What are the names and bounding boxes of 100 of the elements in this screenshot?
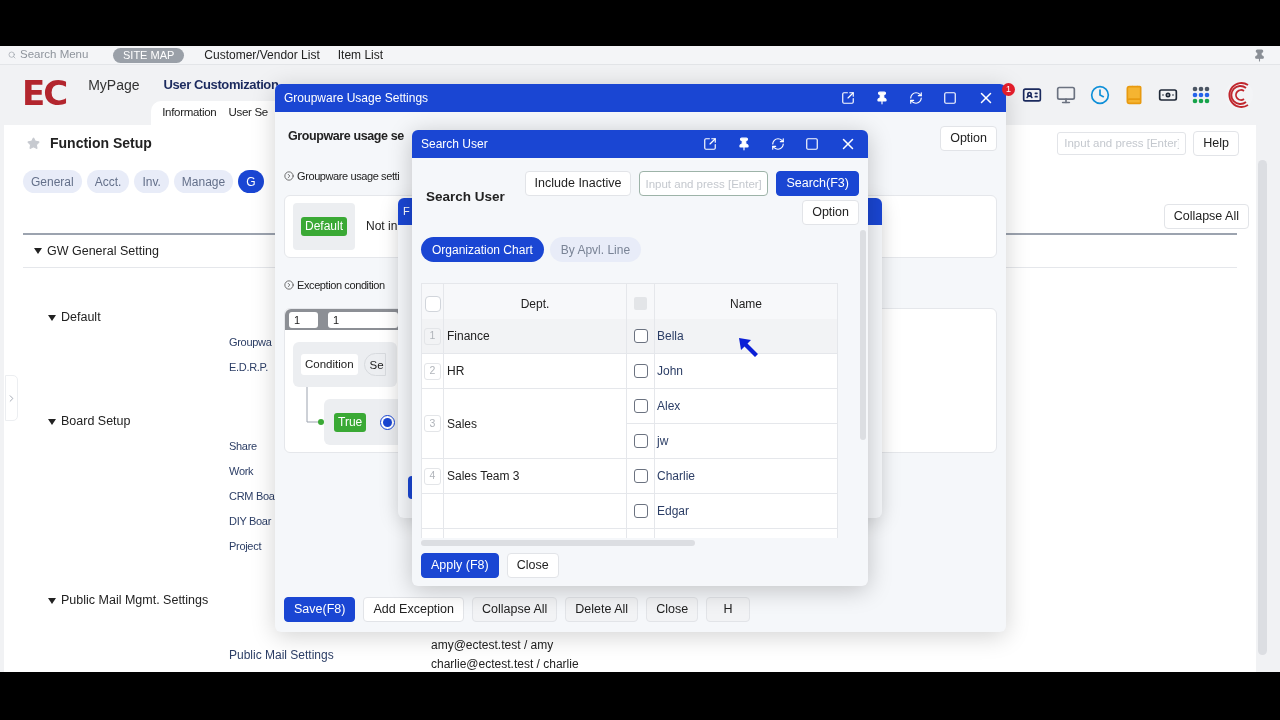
window-title: Groupware Usage Settings: [284, 90, 429, 107]
dept-cell-text: Sales: [447, 415, 478, 433]
checkbox[interactable]: [633, 469, 648, 483]
category-tab[interactable]: Acct.: [86, 170, 130, 193]
checkbox[interactable]: [633, 364, 648, 378]
option-button[interactable]: Option: [802, 200, 859, 225]
subtab[interactable]: Information: [162, 104, 217, 122]
quick-link[interactable]: Item List: [337, 46, 384, 64]
checkbox[interactable]: [633, 329, 648, 343]
checkbox[interactable]: [633, 434, 648, 448]
tree-item[interactable]: GW General Setting: [47, 241, 159, 261]
range-input[interactable]: 1: [328, 311, 398, 328]
user-name[interactable]: Edgar: [657, 502, 690, 520]
tree-item[interactable]: Public Mail Mgmt. Settings: [61, 591, 209, 610]
setting-value: charlie@ectest.test / charlie: [431, 656, 579, 672]
range-input[interactable]: 1: [289, 311, 318, 328]
category-tab[interactable]: General: [23, 170, 82, 193]
window-title: F: [403, 204, 410, 220]
dept-cell-text: Sales Team 3: [447, 468, 520, 485]
scrollbar[interactable]: [860, 230, 866, 440]
section-label: Exception condition: [297, 277, 385, 293]
row-number: 2: [424, 362, 441, 380]
maximize-icon[interactable]: [805, 137, 819, 151]
scrollbar[interactable]: [421, 540, 695, 546]
maximize-icon[interactable]: [943, 91, 957, 105]
search-field[interactable]: Search Menu: [20, 46, 100, 64]
category-tab[interactable]: G: [238, 170, 264, 193]
action-button[interactable]: Close: [506, 553, 559, 578]
row-number: 1: [424, 327, 441, 345]
category-tab[interactable]: Manage: [173, 170, 234, 193]
external-link-icon[interactable]: [841, 91, 855, 105]
true-badge: True: [334, 412, 367, 432]
caret-icon[interactable]: [48, 597, 56, 604]
sidebar-toggle-button[interactable]: [5, 375, 18, 421]
quick-link[interactable]: Customer/Vendor List: [204, 46, 320, 64]
setting-label: DIY Boar: [229, 514, 272, 530]
search-field[interactable]: Input and press [Enter]: [639, 171, 769, 196]
search-button[interactable]: Search(F3): [776, 171, 859, 196]
collapse-all-button[interactable]: Collapse All: [1163, 204, 1249, 229]
action-button[interactable]: Save(F8): [284, 597, 356, 622]
category-tab[interactable]: Inv.: [134, 170, 169, 193]
refresh-icon[interactable]: [771, 137, 785, 151]
action-button[interactable]: Delete All: [565, 597, 639, 622]
checkbox[interactable]: [633, 504, 648, 518]
checkbox[interactable]: [633, 399, 648, 413]
user-name[interactable]: John: [657, 362, 684, 380]
caret-icon[interactable]: [34, 248, 42, 254]
view-tab[interactable]: Organization Chart: [421, 237, 544, 262]
setting-value: amy@ectest.test / amy: [431, 637, 555, 654]
row-number: 3: [424, 415, 441, 432]
tree-item[interactable]: Default: [61, 308, 101, 327]
setting-label: Work: [229, 464, 254, 480]
radio-button[interactable]: [380, 414, 396, 430]
subtab[interactable]: User Se: [228, 104, 268, 122]
action-button[interactable]: Apply (F8): [421, 553, 499, 578]
nav-item[interactable]: MyPage: [88, 75, 140, 101]
pin-icon[interactable]: [737, 137, 751, 151]
user-name[interactable]: Alex: [657, 397, 681, 415]
column-header: Dept.: [520, 295, 550, 313]
setting-label: Share: [229, 439, 257, 455]
user-name[interactable]: Charlie: [657, 467, 695, 485]
search-icon: [8, 49, 16, 61]
option-button[interactable]: Option: [940, 126, 997, 151]
dialog-heading: Groupware usage se: [288, 128, 404, 145]
chevron-circle-icon[interactable]: [284, 171, 294, 182]
nav-item[interactable]: User Customization: [163, 75, 279, 101]
dept-cell-text: HR: [447, 363, 465, 380]
external-link-icon[interactable]: [703, 137, 717, 151]
connector-line: [306, 387, 324, 425]
setting-label: CRM Boa: [229, 489, 275, 505]
help-button[interactable]: Help: [1193, 130, 1239, 156]
apps-icon[interactable]: [1192, 86, 1210, 104]
default-badge: Default: [301, 216, 347, 236]
condition-button[interactable]: Condition: [301, 354, 358, 375]
action-button[interactable]: Close: [646, 597, 699, 622]
action-button[interactable]: Add Exception: [363, 597, 464, 622]
logo[interactable]: EC: [22, 77, 67, 109]
column-header: Name: [730, 295, 762, 313]
setting-label: E.D.R.P.: [229, 360, 268, 376]
refresh-icon[interactable]: [909, 91, 923, 105]
chevron-circle-icon[interactable]: [284, 279, 294, 290]
setting-value: Not in: [366, 218, 398, 235]
caret-icon[interactable]: [48, 314, 56, 321]
user-name[interactable]: jw: [657, 432, 669, 450]
pin-icon[interactable]: [875, 91, 889, 105]
id-card-icon[interactable]: [1022, 85, 1042, 105]
action-button[interactable]: Collapse All: [472, 597, 558, 622]
action-button[interactable]: H: [706, 597, 751, 622]
setting-label: Public Mail Settings: [229, 647, 335, 664]
select-field[interactable]: Se: [363, 353, 386, 376]
section-label: Groupware usage setti: [297, 169, 400, 184]
cursor-icon: [739, 338, 759, 357]
monitor-icon[interactable]: [1056, 85, 1076, 105]
row-number: 4: [424, 467, 441, 485]
tree-item[interactable]: Board Setup: [61, 412, 131, 431]
caret-icon[interactable]: [48, 418, 56, 425]
star-icon[interactable]: [27, 136, 40, 150]
page-title: Function Setup: [50, 133, 152, 153]
clock-icon[interactable]: [1090, 85, 1110, 105]
user-name[interactable]: Bella: [657, 327, 684, 345]
